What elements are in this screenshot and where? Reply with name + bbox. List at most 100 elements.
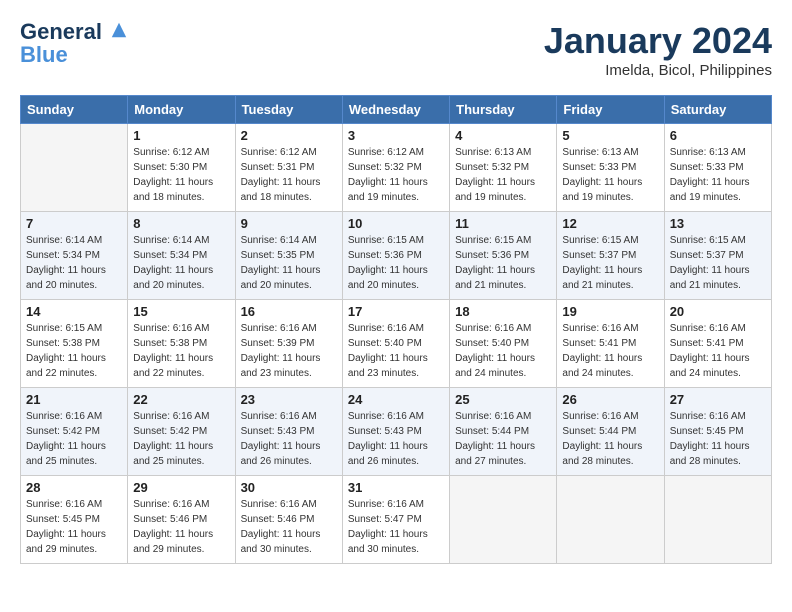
day-number: 30 [241, 480, 337, 495]
day-number: 9 [241, 216, 337, 231]
day-of-week-header: Monday [128, 96, 235, 124]
day-number: 8 [133, 216, 229, 231]
day-number: 2 [241, 128, 337, 143]
calendar-cell: 17 Sunrise: 6:16 AMSunset: 5:40 PMDayligh… [342, 300, 449, 388]
day-info: Sunrise: 6:16 AMSunset: 5:40 PMDaylight:… [348, 321, 444, 381]
day-number: 15 [133, 304, 229, 319]
calendar-cell: 9 Sunrise: 6:14 AMSunset: 5:35 PMDaylight… [235, 212, 342, 300]
day-of-week-header: Thursday [450, 96, 557, 124]
day-of-week-header: Friday [557, 96, 664, 124]
calendar-cell: 2 Sunrise: 6:12 AMSunset: 5:31 PMDaylight… [235, 124, 342, 212]
logo-icon [110, 21, 128, 39]
day-number: 5 [562, 128, 658, 143]
day-info: Sunrise: 6:15 AMSunset: 5:36 PMDaylight:… [455, 233, 551, 293]
day-info: Sunrise: 6:15 AMSunset: 5:37 PMDaylight:… [562, 233, 658, 293]
day-of-week-header: Wednesday [342, 96, 449, 124]
title-block: January 2024 Imelda, Bicol, Philippines [544, 20, 772, 79]
calendar-cell: 28Sunrise: 6:16 AMSunset: 5:45 PMDayligh… [21, 476, 128, 564]
day-info: Sunrise: 6:15 AMSunset: 5:38 PMDaylight:… [26, 321, 122, 381]
calendar-cell: 6 Sunrise: 6:13 AMSunset: 5:33 PMDaylight… [664, 124, 771, 212]
day-number: 24 [348, 392, 444, 407]
calendar-cell: 18Sunrise: 6:16 AMSunset: 5:40 PMDayligh… [450, 300, 557, 388]
page-header: General Blue January 2024 Imelda, Bicol,… [20, 20, 772, 79]
calendar-week-row: 14Sunrise: 6:15 AMSunset: 5:38 PMDayligh… [21, 300, 772, 388]
day-number: 29 [133, 480, 229, 495]
day-number: 19 [562, 304, 658, 319]
month-title: January 2024 [544, 20, 772, 62]
day-number: 23 [241, 392, 337, 407]
calendar-cell: 19 Sunrise: 6:16 AMSunset: 5:41 PMDayligh… [557, 300, 664, 388]
day-info: Sunrise: 6:13 AMSunset: 5:33 PMDaylight:… [670, 145, 766, 205]
day-of-week-header: Sunday [21, 96, 128, 124]
calendar-week-row: 1 Sunrise: 6:12 AMSunset: 5:30 PMDaylight… [21, 124, 772, 212]
calendar-cell: 12Sunrise: 6:15 AMSunset: 5:37 PMDayligh… [557, 212, 664, 300]
day-info: Sunrise: 6:13 AMSunset: 5:33 PMDaylight:… [562, 145, 658, 205]
day-number: 10 [348, 216, 444, 231]
day-info: Sunrise: 6:16 AMSunset: 5:42 PMDaylight:… [26, 409, 122, 469]
calendar-cell: 8Sunrise: 6:14 AMSunset: 5:34 PMDaylight… [128, 212, 235, 300]
calendar-cell: 14Sunrise: 6:15 AMSunset: 5:38 PMDayligh… [21, 300, 128, 388]
day-info: Sunrise: 6:16 AMSunset: 5:40 PMDaylight:… [455, 321, 551, 381]
day-info: Sunrise: 6:13 AMSunset: 5:32 PMDaylight:… [455, 145, 551, 205]
day-info: Sunrise: 6:12 AMSunset: 5:32 PMDaylight:… [348, 145, 444, 205]
calendar-cell: 10 Sunrise: 6:15 AMSunset: 5:36 PMDayligh… [342, 212, 449, 300]
calendar-cell: 29 Sunrise: 6:16 AMSunset: 5:46 PMDayligh… [128, 476, 235, 564]
day-number: 31 [348, 480, 444, 495]
day-info: Sunrise: 6:16 AMSunset: 5:46 PMDaylight:… [241, 497, 337, 557]
day-info: Sunrise: 6:16 AMSunset: 5:46 PMDaylight:… [133, 497, 229, 557]
day-number: 13 [670, 216, 766, 231]
calendar-week-row: 7 Sunrise: 6:14 AMSunset: 5:34 PMDaylight… [21, 212, 772, 300]
calendar-cell: 21 Sunrise: 6:16 AMSunset: 5:42 PMDayligh… [21, 388, 128, 476]
calendar-table: SundayMondayTuesdayWednesdayThursdayFrid… [20, 95, 772, 564]
day-info: Sunrise: 6:16 AMSunset: 5:39 PMDaylight:… [241, 321, 337, 381]
day-info: Sunrise: 6:16 AMSunset: 5:44 PMDaylight:… [562, 409, 658, 469]
day-info: Sunrise: 6:14 AMSunset: 5:34 PMDaylight:… [26, 233, 122, 293]
calendar-cell [557, 476, 664, 564]
day-info: Sunrise: 6:16 AMSunset: 5:44 PMDaylight:… [455, 409, 551, 469]
calendar-cell: 23 Sunrise: 6:16 AMSunset: 5:43 PMDayligh… [235, 388, 342, 476]
day-number: 11 [455, 216, 551, 231]
day-number: 20 [670, 304, 766, 319]
day-info: Sunrise: 6:15 AMSunset: 5:37 PMDaylight:… [670, 233, 766, 293]
day-number: 26 [562, 392, 658, 407]
calendar-cell: 15Sunrise: 6:16 AMSunset: 5:38 PMDayligh… [128, 300, 235, 388]
day-number: 6 [670, 128, 766, 143]
calendar-cell: 7 Sunrise: 6:14 AMSunset: 5:34 PMDaylight… [21, 212, 128, 300]
day-number: 7 [26, 216, 122, 231]
logo-blue: Blue [20, 44, 128, 66]
day-info: Sunrise: 6:16 AMSunset: 5:41 PMDaylight:… [670, 321, 766, 381]
calendar-cell: 13 Sunrise: 6:15 AMSunset: 5:37 PMDayligh… [664, 212, 771, 300]
day-info: Sunrise: 6:15 AMSunset: 5:36 PMDaylight:… [348, 233, 444, 293]
location-subtitle: Imelda, Bicol, Philippines [544, 62, 772, 79]
day-info: Sunrise: 6:16 AMSunset: 5:41 PMDaylight:… [562, 321, 658, 381]
calendar-cell: 16Sunrise: 6:16 AMSunset: 5:39 PMDayligh… [235, 300, 342, 388]
day-number: 22 [133, 392, 229, 407]
day-number: 4 [455, 128, 551, 143]
calendar-cell: 20 Sunrise: 6:16 AMSunset: 5:41 PMDayligh… [664, 300, 771, 388]
day-info: Sunrise: 6:12 AMSunset: 5:31 PMDaylight:… [241, 145, 337, 205]
day-info: Sunrise: 6:16 AMSunset: 5:43 PMDaylight:… [241, 409, 337, 469]
calendar-cell: 4 Sunrise: 6:13 AMSunset: 5:32 PMDaylight… [450, 124, 557, 212]
calendar-cell: 3 Sunrise: 6:12 AMSunset: 5:32 PMDaylight… [342, 124, 449, 212]
day-info: Sunrise: 6:14 AMSunset: 5:35 PMDaylight:… [241, 233, 337, 293]
calendar-cell [450, 476, 557, 564]
calendar-cell: 1 Sunrise: 6:12 AMSunset: 5:30 PMDaylight… [128, 124, 235, 212]
calendar-cell: 31Sunrise: 6:16 AMSunset: 5:47 PMDayligh… [342, 476, 449, 564]
logo-text: General [20, 20, 128, 44]
calendar-cell: 5 Sunrise: 6:13 AMSunset: 5:33 PMDaylight… [557, 124, 664, 212]
day-number: 27 [670, 392, 766, 407]
day-info: Sunrise: 6:16 AMSunset: 5:45 PMDaylight:… [26, 497, 122, 557]
calendar-cell: 11 Sunrise: 6:15 AMSunset: 5:36 PMDayligh… [450, 212, 557, 300]
calendar-cell: 24Sunrise: 6:16 AMSunset: 5:43 PMDayligh… [342, 388, 449, 476]
calendar-cell: 22Sunrise: 6:16 AMSunset: 5:42 PMDayligh… [128, 388, 235, 476]
day-of-week-header: Saturday [664, 96, 771, 124]
day-number: 21 [26, 392, 122, 407]
day-number: 17 [348, 304, 444, 319]
calendar-cell [664, 476, 771, 564]
calendar-cell [21, 124, 128, 212]
day-info: Sunrise: 6:12 AMSunset: 5:30 PMDaylight:… [133, 145, 229, 205]
calendar-week-row: 28Sunrise: 6:16 AMSunset: 5:45 PMDayligh… [21, 476, 772, 564]
day-number: 3 [348, 128, 444, 143]
day-number: 1 [133, 128, 229, 143]
day-of-week-header: Tuesday [235, 96, 342, 124]
